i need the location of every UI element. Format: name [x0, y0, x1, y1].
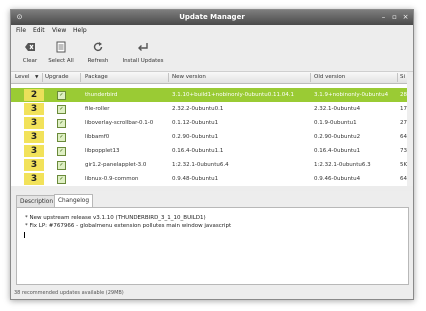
refresh-button[interactable]: Refresh: [83, 39, 113, 69]
level-badge: 3: [24, 103, 44, 115]
package-name: thunderbird: [85, 92, 118, 98]
new-version: 0.16.4-0ubuntu1.1: [172, 148, 224, 154]
old-version: 1:2.32.1-0ubuntu6.3: [314, 162, 371, 168]
horizontal-scrollbar[interactable]: [11, 186, 413, 191]
status-bar: 38 recommended updates available (29MB): [11, 287, 413, 299]
package-name: file-roller: [85, 106, 110, 112]
old-version: 0.1.9-0ubuntu1: [314, 120, 357, 126]
column-divider: [42, 73, 43, 82]
text-cursor: [24, 232, 25, 238]
table-row[interactable]: 3 ✓ libpopplet13 0.16.4-0ubuntu1.1 0.16.…: [11, 144, 413, 158]
clear-button[interactable]: Clear: [15, 39, 45, 69]
size: 73: [400, 148, 407, 154]
column-divider: [397, 73, 398, 82]
column-package[interactable]: Package: [85, 74, 108, 80]
upgrade-checkbox[interactable]: ✓: [57, 161, 66, 170]
refresh-icon: [93, 42, 103, 51]
install-updates-label: Install Updates: [122, 58, 164, 64]
menu-help[interactable]: Help: [73, 27, 87, 34]
new-version: 0.9.48-0ubuntu1: [172, 176, 219, 182]
column-divider: [168, 73, 169, 82]
vertical-scrollbar[interactable]: [407, 72, 413, 190]
new-version: 2.32.2-0ubuntu0.1: [172, 106, 224, 112]
changelog-line: * Fix LP: #767966 - globalmenu extension…: [25, 223, 232, 229]
select-all-label: Select All: [48, 58, 74, 64]
maximize-icon[interactable]: ▫: [390, 13, 399, 22]
new-version: 0.2.90-0ubuntu1: [172, 134, 219, 140]
size: 28: [400, 92, 407, 98]
column-size[interactable]: Si: [400, 74, 405, 80]
column-divider: [310, 73, 311, 82]
size: 27: [400, 120, 407, 126]
status-text: 38 recommended updates available (29MB): [14, 290, 124, 296]
upgrade-checkbox[interactable]: ✓: [57, 105, 66, 114]
column-upgrade[interactable]: Upgrade: [45, 74, 69, 80]
level-badge: 3: [24, 145, 44, 157]
select-all-icon: [56, 41, 66, 53]
table-row[interactable]: 2 ✓ thunderbird 3.1.10+build1+nobinonly-…: [11, 88, 413, 102]
minimize-icon[interactable]: –: [379, 13, 388, 22]
update-manager-window: ⊙ Update Manager – ▫ × File Edit View He…: [10, 9, 414, 300]
old-version: 0.16.4-0ubuntu1: [314, 148, 361, 154]
menu-edit[interactable]: Edit: [33, 27, 45, 34]
refresh-label: Refresh: [87, 58, 109, 64]
package-name: gir1.2-panelapplet-3.0: [85, 162, 147, 168]
install-icon: [138, 43, 148, 51]
window-title: Update Manager: [179, 13, 245, 21]
table-header: Level ▼ Upgrade Package New version Old …: [11, 72, 413, 84]
upgrade-checkbox[interactable]: ✓: [57, 119, 66, 128]
table-row[interactable]: 3 ✓ file-roller 2.32.2-0ubuntu0.1 2.32.1…: [11, 102, 413, 116]
size: 64: [400, 134, 407, 140]
clear-icon: [25, 43, 35, 51]
upgrade-checkbox[interactable]: ✓: [57, 133, 66, 142]
level-badge: 3: [24, 131, 44, 143]
title-bar[interactable]: ⊙ Update Manager – ▫ ×: [11, 10, 413, 25]
column-level[interactable]: Level: [15, 74, 30, 80]
install-updates-button[interactable]: Install Updates: [119, 39, 167, 69]
changelog-line: * New upstream release v3.1.10 (THUNDERB…: [25, 215, 206, 221]
table-row[interactable]: 3 ✓ libnux-0.9-common 0.9.48-0ubuntu1 0.…: [11, 172, 413, 186]
level-badge: 3: [24, 173, 44, 185]
tab-changelog[interactable]: Changelog: [54, 194, 94, 208]
level-badge: 2: [24, 89, 44, 101]
package-name: libnux-0.9-common: [85, 176, 139, 182]
upgrade-checkbox[interactable]: ✓: [57, 175, 66, 184]
menu-view[interactable]: View: [52, 27, 66, 34]
column-new-version[interactable]: New version: [172, 74, 206, 80]
size: 5K: [400, 162, 407, 168]
changelog-pane[interactable]: * New upstream release v3.1.10 (THUNDERB…: [16, 207, 409, 285]
old-version: 0.9.46-0ubuntu4: [314, 176, 361, 182]
package-name: liboverlay-scrollbar-0.1-0: [85, 120, 154, 126]
level-badge: 3: [24, 117, 44, 129]
details-tabs: Description Changelog: [11, 194, 413, 208]
select-all-button[interactable]: Select All: [46, 39, 76, 69]
column-old-version[interactable]: Old version: [314, 74, 345, 80]
package-name: libbamf0: [85, 134, 110, 140]
size: 17: [400, 106, 407, 112]
old-version: 3.1.9+nobinonly-0ubuntu4: [314, 92, 389, 98]
table-row[interactable]: 3 ✓ gir1.2-panelapplet-3.0 1:2.32.1-0ubu…: [11, 158, 413, 172]
size: 64: [400, 176, 407, 182]
close-icon[interactable]: ×: [401, 13, 410, 22]
updates-table: Level ▼ Upgrade Package New version Old …: [11, 72, 413, 191]
menu-file[interactable]: File: [16, 27, 26, 34]
upgrade-checkbox[interactable]: ✓: [57, 91, 66, 100]
menu-bar: File Edit View Help: [11, 25, 413, 37]
old-version: 0.2.90-0ubuntu2: [314, 134, 361, 140]
new-version: 1:2.32.1-0ubuntu6.4: [172, 162, 229, 168]
table-row[interactable]: 3 ✓ libbamf0 0.2.90-0ubuntu1 0.2.90-0ubu…: [11, 130, 413, 144]
toolbar: Clear Select All Refresh Install Updates: [11, 37, 413, 72]
package-name: libpopplet13: [85, 148, 120, 154]
new-version: 3.1.10+build1+nobinonly-0ubuntu0.11.04.1: [172, 92, 294, 98]
new-version: 0.1.12-0ubuntu1: [172, 120, 219, 126]
upgrade-checkbox[interactable]: ✓: [57, 147, 66, 156]
sort-descending-icon: ▼: [35, 75, 39, 80]
clear-label: Clear: [22, 58, 38, 64]
level-badge: 3: [24, 159, 44, 171]
old-version: 2.32.1-0ubuntu4: [314, 106, 361, 112]
table-row[interactable]: 3 ✓ liboverlay-scrollbar-0.1-0 0.1.12-0u…: [11, 116, 413, 130]
column-divider: [80, 73, 81, 82]
